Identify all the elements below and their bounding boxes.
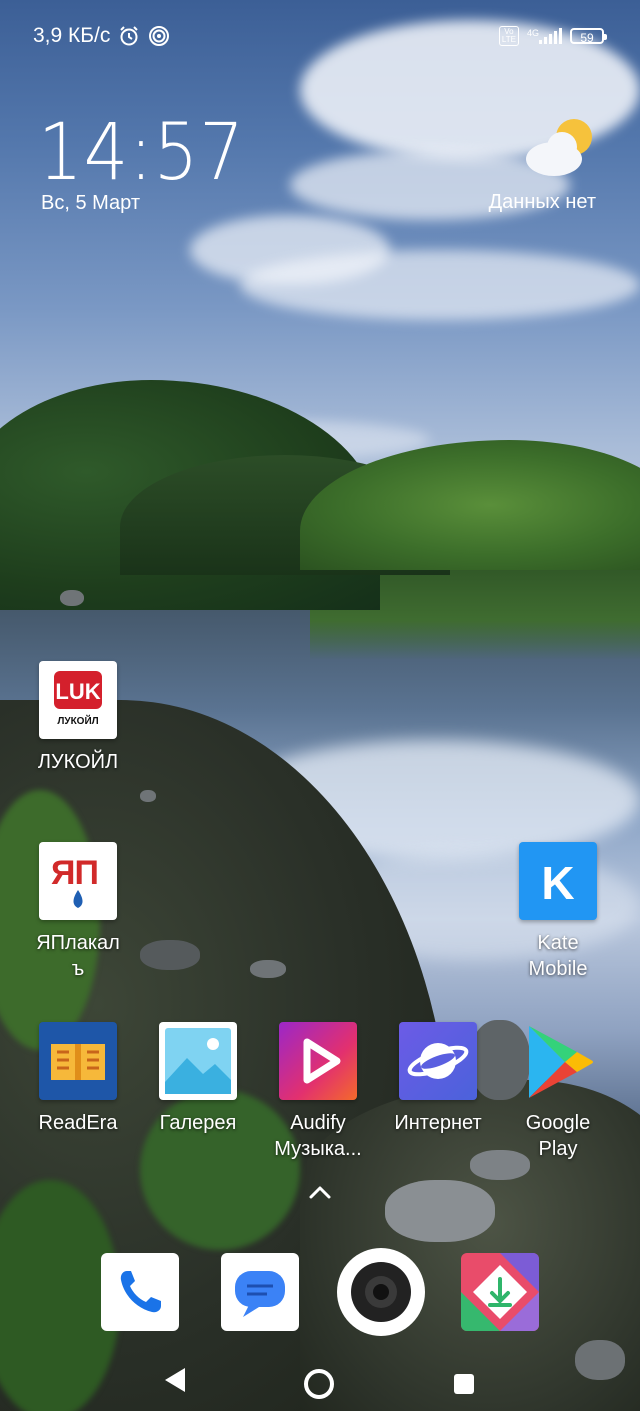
app-label: Google Play xyxy=(525,1112,591,1160)
recents-button[interactable] xyxy=(453,1373,475,1395)
back-button[interactable] xyxy=(163,1366,187,1394)
hotspot-icon xyxy=(149,26,170,46)
clock-date[interactable]: Вс, 5 Март xyxy=(41,192,140,215)
downloader-app[interactable] xyxy=(461,1253,539,1331)
internet-icon xyxy=(399,1022,477,1100)
partly-cloudy-icon[interactable] xyxy=(524,115,600,179)
app-label: Audify Музыка... xyxy=(274,1112,362,1160)
network-speed: 3,9 КБ/с xyxy=(33,24,111,47)
messages-app[interactable] xyxy=(221,1253,299,1331)
svg-text:LUK: LUK xyxy=(55,679,100,704)
lukoil-icon: LUK ЛУКОЙЛ xyxy=(39,661,117,739)
signal-icon xyxy=(539,28,562,44)
phone-app[interactable] xyxy=(101,1253,179,1331)
app-yaplakal[interactable]: ЯП ЯПлакал ъ xyxy=(23,842,133,982)
app-audify[interactable]: Audify Музыка... xyxy=(263,1022,373,1162)
app-label: Интернет xyxy=(394,1112,482,1134)
kate-mobile-icon: K xyxy=(519,842,597,920)
readera-icon xyxy=(39,1022,117,1100)
gallery-icon xyxy=(159,1022,237,1100)
weather-status[interactable]: Данных нет xyxy=(489,191,596,214)
audify-icon xyxy=(279,1022,357,1100)
kate-letter: K xyxy=(541,857,575,909)
home-button[interactable] xyxy=(302,1367,336,1401)
app-label: Kate Mobile xyxy=(528,932,588,980)
phone-icon xyxy=(120,1271,161,1313)
status-bar: 3,9 КБ/с Vo LTE 4G 59 xyxy=(0,20,640,56)
volte-icon: Vo LTE xyxy=(498,26,519,46)
lukoil-brand-text: ЛУКОЙЛ xyxy=(57,716,99,727)
app-readera[interactable]: ReadEra xyxy=(23,1022,133,1136)
camera-app[interactable] xyxy=(337,1248,425,1336)
alarm-icon xyxy=(120,26,139,46)
battery-icon: 59 xyxy=(570,28,607,45)
app-internet[interactable]: Интернет xyxy=(383,1022,493,1136)
battery-level: 59 xyxy=(580,31,594,45)
app-lukoil[interactable]: LUK ЛУКОЙЛ ЛУКОЙЛ xyxy=(23,661,133,775)
app-label: Галерея xyxy=(159,1112,237,1134)
chevron-up-icon[interactable] xyxy=(308,1184,332,1200)
network-type: 4G xyxy=(526,28,539,38)
downloader-icon xyxy=(461,1253,539,1331)
messages-icon xyxy=(235,1271,285,1317)
app-kate-mobile[interactable]: K Kate Mobile xyxy=(503,842,613,982)
yaplakal-icon: ЯП xyxy=(39,842,117,920)
app-gallery[interactable]: Галерея xyxy=(143,1022,253,1136)
app-label: ReadEra xyxy=(38,1112,118,1134)
clock-time[interactable]: 14:57 xyxy=(38,108,245,198)
app-label: ЛУКОЙЛ xyxy=(37,751,119,773)
app-label: ЯПлакал ъ xyxy=(36,932,120,980)
google-play-icon xyxy=(519,1022,597,1100)
camera-icon xyxy=(351,1262,411,1322)
app-google-play[interactable]: Google Play xyxy=(503,1022,613,1162)
